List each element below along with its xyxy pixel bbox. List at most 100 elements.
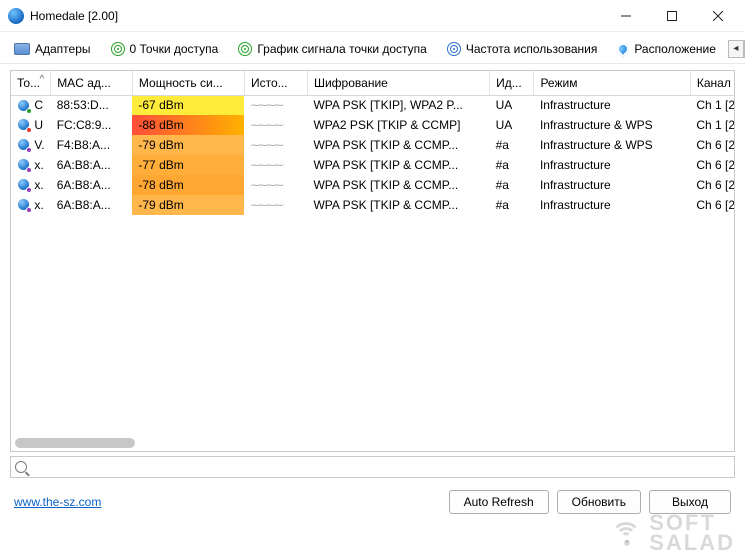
footer: www.the-sz.com Auto Refresh Обновить Вых… (0, 482, 745, 524)
ap-name: U (34, 118, 43, 132)
cell-encryption: WPA2 PSK [TKIP & CCMP] (307, 115, 489, 135)
col-header-id[interactable]: Ид... (490, 71, 534, 95)
cell-id: #a (490, 135, 534, 155)
network-icon (17, 178, 31, 192)
tab-frequency-usage[interactable]: Частота использования (439, 39, 605, 59)
network-icon (17, 158, 31, 172)
col-header-mode[interactable]: Режим (534, 71, 690, 95)
sparkline: ⁓⁓⁓⁓ (250, 180, 282, 190)
table-row[interactable]: C 88:53:D...-67 dBm ⁓⁓⁓⁓ WPA PSK [TKIP], WP… (11, 95, 734, 115)
cell-mode: Infrastructure & WPS (534, 135, 690, 155)
cell-channel: Ch 6 [2.437 GHz (690, 135, 734, 155)
cell-history: ⁓⁓⁓⁓ (244, 195, 307, 215)
col-header-signal[interactable]: Мощность си... (132, 71, 244, 95)
cell-encryption: WPA PSK [TKIP & CCMP... (307, 135, 489, 155)
cell-mac: 6A:B8:A... (51, 195, 133, 215)
col-header-ap[interactable]: То... (11, 71, 51, 95)
table-row[interactable]: x.6A:B8:A...-77 dBm⁓⁓⁓⁓WPA PSK [TKIP & C… (11, 155, 734, 175)
cell-encryption: WPA PSK [TKIP & CCMP... (307, 175, 489, 195)
search-bar[interactable] (10, 456, 735, 478)
table-row[interactable]: x.6A:B8:A...-78 dBm⁓⁓⁓⁓WPA PSK [TKIP & C… (11, 175, 734, 195)
col-header-history[interactable]: Исто... (244, 71, 307, 95)
tab-label: Расположение (634, 42, 716, 56)
cell-channel: Ch 1 [2.412 GHz (690, 115, 734, 135)
access-points-table[interactable]: То... MAC ад... Мощность си... Исто... Ш… (11, 71, 734, 215)
access-points-table-container: То... MAC ад... Мощность си... Исто... Ш… (10, 70, 735, 452)
cell-signal: -77 dBm (132, 155, 244, 175)
cell-history: ⁓⁓⁓⁓ (244, 135, 307, 155)
network-icon (17, 198, 31, 212)
tab-signal-graph[interactable]: График сигнала точки доступа (230, 39, 435, 59)
app-icon (8, 8, 24, 24)
table-row[interactable]: x.6A:B8:A...-79 dBm ⁓⁓⁓⁓ WPA PSK [TKIP & C… (11, 195, 734, 215)
exit-button[interactable]: Выход (649, 490, 731, 514)
col-header-enc[interactable]: Шифрование (307, 71, 489, 95)
cell-history: ⁓⁓⁓⁓ (244, 175, 307, 195)
cell-mode: Infrastructure (534, 195, 690, 215)
network-icon (17, 138, 31, 152)
sparkline: ⁓⁓⁓⁓ (250, 120, 282, 130)
window-title: Homedale [2.00] (30, 9, 118, 23)
ap-name: x. (34, 158, 43, 172)
table-row[interactable]: V. F4:B8:A...-79 dBm⁓⁓⁓⁓WPA PSK [TKIP & C… (11, 135, 734, 155)
cell-channel: Ch 6 [2.437 GHz (690, 155, 734, 175)
cell-signal: -78 dBm (132, 175, 244, 195)
cell-signal: -67 dBm (132, 95, 244, 115)
cell-ap: x. (11, 195, 51, 215)
ap-name: V. (34, 138, 44, 152)
cell-mac: F4:B8:A... (51, 135, 133, 155)
auto-refresh-button[interactable]: Auto Refresh (449, 490, 549, 514)
window-buttons (603, 0, 741, 31)
cell-mac: 88:53:D... (51, 95, 133, 115)
ap-name: C (34, 98, 43, 112)
cell-encryption: WPA PSK [TKIP], WPA2 P... (307, 95, 489, 115)
tab-label: Адаптеры (35, 42, 91, 56)
tab-label: График сигнала точки доступа (257, 42, 427, 56)
col-header-mac[interactable]: MAC ад... (51, 71, 133, 95)
cell-signal: -79 dBm (132, 195, 244, 215)
cell-mode: Infrastructure (534, 175, 690, 195)
cell-ap: x. (11, 175, 51, 195)
cell-signal: -79 dBm (132, 135, 244, 155)
ap-name: x. (34, 178, 43, 192)
minimize-button[interactable] (603, 0, 649, 31)
sparkline: ⁓⁓⁓⁓ (250, 200, 282, 210)
cell-channel: Ch 6 [2.437 GHz (690, 175, 734, 195)
antenna-icon (238, 42, 252, 56)
search-icon (15, 461, 27, 473)
sparkline: ⁓⁓⁓⁓ (250, 100, 282, 110)
tab-bar: Адаптеры 0 Точки доступа График сигнала … (0, 32, 745, 64)
col-header-channel[interactable]: Канал (690, 71, 734, 95)
website-link[interactable]: www.the-sz.com (14, 495, 101, 509)
maximize-button[interactable] (649, 0, 695, 31)
scroll-tabs-left-button[interactable]: ◂ (728, 40, 744, 58)
antenna-icon (111, 42, 125, 56)
tab-label: Частота использования (466, 42, 597, 56)
cell-channel: Ch 1 [2.412 GHz (690, 95, 734, 115)
cell-id: #a (490, 195, 534, 215)
cell-history: ⁓⁓⁓⁓ (244, 95, 307, 115)
cell-ap: x. (11, 155, 51, 175)
adapters-icon (14, 43, 30, 55)
tab-access-points[interactable]: 0 Точки доступа (103, 39, 227, 59)
horizontal-scrollbar[interactable] (11, 435, 734, 451)
cell-ap: U (11, 115, 51, 135)
tab-adapters[interactable]: Адаптеры (6, 39, 99, 59)
cell-channel: Ch 6 [2.437 GHz (690, 195, 734, 215)
close-button[interactable] (695, 0, 741, 31)
network-icon (17, 118, 31, 132)
cell-history: ⁓⁓⁓⁓ (244, 155, 307, 175)
sparkline: ⁓⁓⁓⁓ (250, 160, 282, 170)
cell-mac: 6A:B8:A... (51, 155, 133, 175)
table-row[interactable]: UFC:C8:9...-88 dBm⁓⁓⁓⁓WPA2 PSK [TKIP & C… (11, 115, 734, 135)
cell-id: UA (490, 95, 534, 115)
tab-location[interactable]: Расположение (609, 39, 724, 59)
cell-encryption: WPA PSK [TKIP & CCMP... (307, 195, 489, 215)
refresh-button[interactable]: Обновить (557, 490, 641, 514)
cell-ap: C (11, 95, 51, 115)
titlebar: Homedale [2.00] (0, 0, 745, 32)
location-pin-icon (615, 40, 632, 57)
cell-history: ⁓⁓⁓⁓ (244, 115, 307, 135)
cell-signal: -88 dBm (132, 115, 244, 135)
scrollbar-thumb[interactable] (15, 438, 135, 448)
